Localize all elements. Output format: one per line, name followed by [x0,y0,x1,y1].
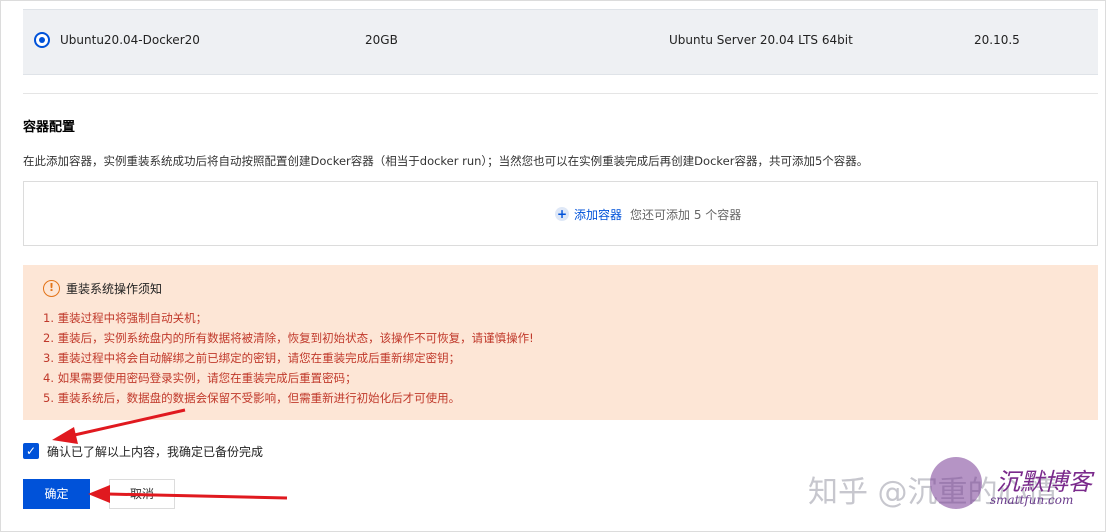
add-container-link[interactable]: 添加容器 [574,206,622,223]
cancel-button[interactable]: 取消 [109,479,175,509]
ok-button[interactable]: 确定 [23,479,90,509]
plus-icon[interactable]: + [555,207,569,221]
confirm-label[interactable]: 确认已了解以上内容，我确定已备份完成 [47,443,263,460]
notice-item: 1. 重装过程中将强制自动关机； [43,311,208,325]
image-name: Ubuntu20.04-Docker20 [60,33,200,47]
image-os: Ubuntu Server 20.04 LTS 64bit [669,33,853,47]
container-config-title: 容器配置 [23,120,76,135]
watermark-script: 沉默博客 [996,468,1092,496]
warning-icon: ! [43,280,60,297]
watermark-site: smattfun.com [990,493,1074,507]
image-docker-version: 20.10.5 [974,33,1020,47]
notice-item: 4. 如果需要使用密码登录实例，请您在重装完成后重置密码； [43,371,357,385]
notice-item: 2. 重装后，实例系统盘内的所有数据将被清除，恢复到初始状态，该操作不可恢复，请… [43,331,534,345]
notice-item: 3. 重装过程中将会自动解绑之前已绑定的密钥，请您在重装完成后重新绑定密钥； [43,351,461,365]
confirm-checkbox[interactable]: ✓ [23,443,39,459]
section-divider [23,93,1098,94]
image-size: 20GB [365,33,398,47]
container-config-description: 在此添加容器，实例重装系统成功后将自动按照配置创建Docker容器（相当于doc… [23,154,869,168]
image-radio[interactable] [34,32,50,48]
add-container-hint: 您还可添加 5 个容器 [630,208,742,222]
notice-title: 重装系统操作须知 [66,282,163,296]
watermark-logo-icon [930,457,982,509]
notice-item: 5. 重装系统后，数据盘的数据会保留不受影响，但需重新进行初始化后才可使用。 [43,391,461,405]
